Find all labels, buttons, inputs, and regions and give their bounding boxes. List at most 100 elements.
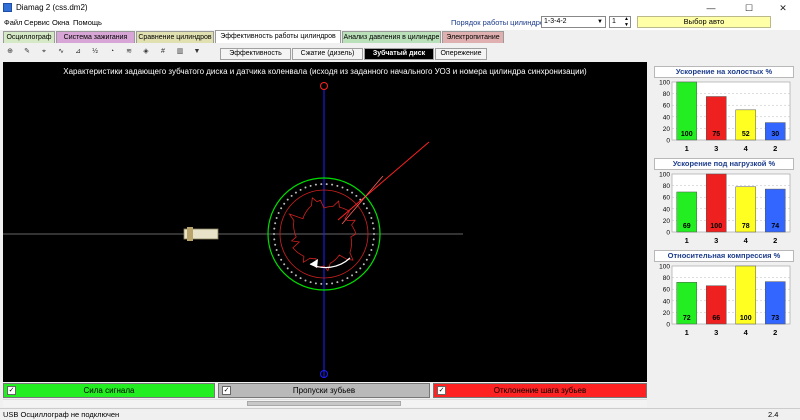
spin-arrows-icon: ▲ ▼ xyxy=(624,16,629,28)
marker-icon[interactable]: ✎ xyxy=(20,45,34,59)
tooth-dot xyxy=(331,282,334,285)
subtab-tooth-disk[interactable]: Зубчатый диск xyxy=(364,48,434,60)
rainbow-icon[interactable]: ◔ xyxy=(105,45,119,59)
panel-title: Относительная компрессия % xyxy=(654,250,794,262)
cylinder-value: 1 xyxy=(612,18,616,25)
tooth-dot xyxy=(370,217,373,220)
tab-power-supply[interactable]: Электропитание xyxy=(442,31,504,43)
sensor-nut xyxy=(187,227,193,241)
tooth-dot xyxy=(365,258,368,261)
tooth-dot xyxy=(277,212,280,215)
menu-service[interactable]: Сервис xyxy=(24,18,50,27)
crosshair-icon[interactable]: ⌖ xyxy=(37,45,51,59)
bar-icon[interactable]: ▥ xyxy=(173,45,187,59)
y-tick-label: 100 xyxy=(659,172,670,179)
tab-oscilloscope[interactable]: Осциллограф xyxy=(3,31,55,43)
graph-icon[interactable]: ⊿ xyxy=(71,45,85,59)
tooth-dot xyxy=(351,191,354,194)
fraction-icon[interactable]: ½ xyxy=(88,45,102,59)
bar-value-label: 52 xyxy=(742,131,750,138)
load-acceleration-panel: Ускорение под нагрузкой % 100 80 60 40 20 0 69… xyxy=(651,156,797,248)
polyline-icon[interactable]: ∿ xyxy=(54,45,68,59)
tab-cylinder-compare[interactable]: Сравнение цилиндров xyxy=(136,31,214,43)
tooth-dot xyxy=(299,188,302,191)
signal-strength-indicator: ✓ Сила сигнала xyxy=(3,383,215,398)
scrollbar-thumb[interactable] xyxy=(247,401,401,406)
tooth-dot xyxy=(320,282,323,285)
tab-ignition[interactable]: Система зажигания xyxy=(56,31,135,43)
shield-icon[interactable]: ◈ xyxy=(139,45,153,59)
checkbox-signal[interactable]: ✓ xyxy=(7,386,16,395)
menu-file[interactable]: Файл xyxy=(4,18,22,27)
top-marker xyxy=(320,82,328,90)
tooth-dot xyxy=(314,282,317,285)
checkbox-missing[interactable]: ✓ xyxy=(222,386,231,395)
firing-order-select[interactable]: 1-3-4-2 ▼ xyxy=(541,16,606,28)
toolbar: ⊕ ✎ ⌖ ∿ ⊿ ½ ◔ ≋ ◈ # ▥ ▼ xyxy=(0,43,215,62)
tooth-dot xyxy=(274,222,277,225)
cylinder-label: 3 xyxy=(714,328,718,337)
tooth-pitch-indicator: ✓ Отклонение шага зубьев xyxy=(433,383,647,398)
tooth-dot xyxy=(304,186,307,189)
tooth-dot xyxy=(336,281,339,284)
menu-help[interactable]: Помощь xyxy=(73,18,102,27)
tooth-dot xyxy=(372,227,375,230)
tooth-dot xyxy=(365,207,368,210)
number-icon[interactable]: # xyxy=(156,45,170,59)
maximize-button[interactable]: ☐ xyxy=(732,0,766,16)
tooth-dot xyxy=(320,183,323,186)
cylinder-label: 1 xyxy=(685,144,689,153)
tooth-dot xyxy=(368,212,371,215)
ruler-icon[interactable]: ⊕ xyxy=(3,45,17,59)
bar-value-label: 100 xyxy=(740,315,752,322)
bar-value-label: 100 xyxy=(710,223,722,230)
y-tick-label: 0 xyxy=(666,138,670,145)
auto-select-button[interactable]: Выбор авто xyxy=(637,16,771,28)
close-button[interactable]: ✕ xyxy=(766,0,800,16)
y-tick-label: 40 xyxy=(663,114,671,121)
minimize-button[interactable]: — xyxy=(694,0,728,16)
tooth-dot xyxy=(280,258,283,261)
chevron-down-icon: ▼ xyxy=(597,19,603,25)
subtab-efficiency[interactable]: Эффективность xyxy=(220,48,291,60)
cylinder-spinner[interactable]: 1 ▲ ▼ xyxy=(609,16,631,28)
panel-title: Ускорение под нагрузкой % xyxy=(654,158,794,170)
tooth-dot xyxy=(273,238,276,241)
cylinder-label: 3 xyxy=(714,236,718,245)
version-label: 2.4 xyxy=(768,410,779,419)
bar-value-label: 75 xyxy=(712,131,720,138)
subtab-advance[interactable]: Опережение xyxy=(435,48,487,60)
tooth-dot xyxy=(373,233,375,235)
bar-value-label: 78 xyxy=(742,223,750,230)
subtab-compression[interactable]: Сжатие (дизель) xyxy=(292,48,363,60)
tab-cylinder-efficiency[interactable]: Эффективность работы цилиндров xyxy=(215,30,341,43)
cylinder-label: 4 xyxy=(744,144,749,153)
app-window: Diamag 2 (css.dm2) — ☐ ✕ Файл Сервис Окн… xyxy=(0,0,800,420)
y-tick-label: 80 xyxy=(663,91,671,98)
horizontal-scrollbar[interactable] xyxy=(3,399,647,407)
wave-icon[interactable]: ≋ xyxy=(122,45,136,59)
menu-windows[interactable]: Окна xyxy=(52,18,69,27)
tooth-dot xyxy=(346,277,349,280)
cylinder-label: 3 xyxy=(714,144,718,153)
cylinder-stats-panel: Ускорение на холостых % 100 80 60 40 20 0 100 1… xyxy=(651,62,797,402)
window-title: Diamag 2 (css.dm2) xyxy=(16,3,88,12)
y-tick-label: 80 xyxy=(663,183,671,190)
y-tick-label: 100 xyxy=(659,264,670,271)
idle-acceleration-chart: 100 80 60 40 20 0 100 1 75 3 52 4 30 2 xyxy=(659,80,791,153)
tooth-dot xyxy=(273,233,275,235)
tooth-dot xyxy=(274,243,277,246)
y-tick-label: 100 xyxy=(659,80,670,87)
tooth-dot xyxy=(370,248,373,251)
tooth-dot xyxy=(294,274,297,277)
filter-icon[interactable]: ▼ xyxy=(190,45,204,59)
tooth-dot xyxy=(290,271,293,274)
tooth-dot xyxy=(325,282,328,285)
tooth-dot xyxy=(371,222,374,225)
status-text: USB Осциллограф не подключен xyxy=(3,410,120,419)
tooth-dot xyxy=(341,279,344,282)
cylinder-label: 4 xyxy=(744,328,749,337)
checkbox-pitch[interactable]: ✓ xyxy=(437,386,446,395)
tab-pressure-analysis[interactable]: Анализ давления в цилиндре xyxy=(342,31,441,43)
tooth-dot xyxy=(331,183,334,186)
